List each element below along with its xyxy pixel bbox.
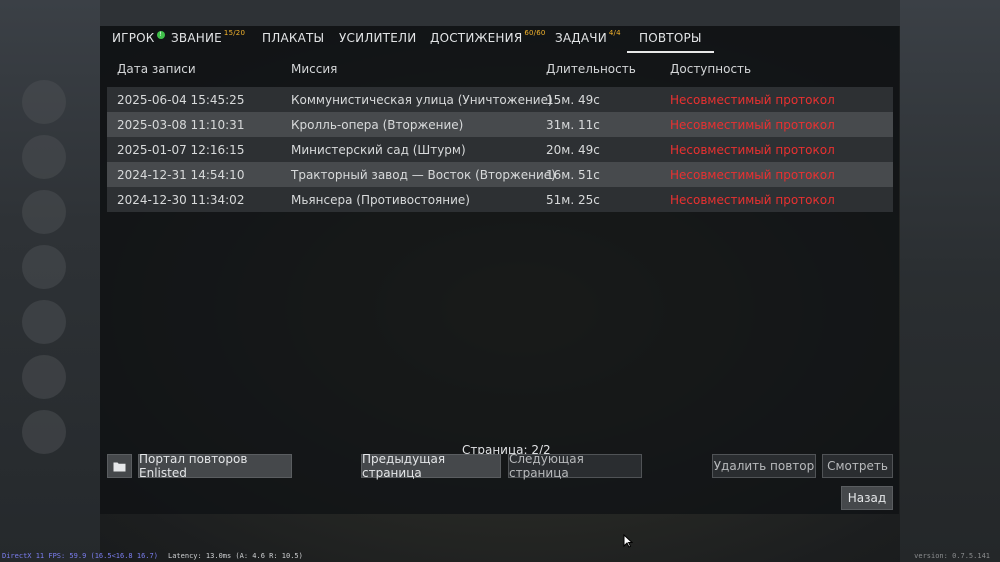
table-row[interactable]: 2025-01-07 12:16:15 Министерский сад (Шт… bbox=[107, 137, 893, 162]
replays-table: 2025-06-04 15:45:25 Коммунистическая ули… bbox=[107, 87, 893, 212]
column-header-duration[interactable]: Длительность bbox=[546, 62, 636, 76]
table-row[interactable]: 2025-03-08 11:10:31 Кролль-опера (Вторже… bbox=[107, 112, 893, 137]
open-folder-button[interactable] bbox=[107, 454, 132, 478]
tab-boosters[interactable]: УСИЛИТЕЛИ bbox=[339, 31, 416, 51]
tab-achievements[interactable]: ДОСТИЖЕНИЯ 60/60 bbox=[430, 29, 546, 51]
background-top-bar bbox=[0, 0, 1000, 26]
watch-button[interactable]: Смотреть bbox=[822, 454, 893, 478]
next-page-button[interactable]: Следующая страница bbox=[508, 452, 642, 480]
tab-replays[interactable]: ПОВТОРЫ bbox=[627, 31, 714, 53]
tab-player[interactable]: ИГРОК! bbox=[112, 31, 165, 51]
previous-page-button[interactable]: Предыдущая страница bbox=[361, 452, 501, 480]
availability-status: Несовместимый протокол bbox=[670, 143, 835, 157]
tab-bar: ИГРОК! ЗВАНИЕ 15/20 ПЛАКАТЫ УСИЛИТЕЛИ ДОС… bbox=[100, 26, 899, 53]
availability-status: Несовместимый протокол bbox=[670, 168, 835, 182]
table-row[interactable]: 2024-12-30 11:34:02 Мьянсера (Противосто… bbox=[107, 187, 893, 212]
availability-status: Несовместимый протокол bbox=[670, 193, 835, 207]
back-button[interactable]: Назад bbox=[841, 486, 893, 510]
background-right-panel bbox=[900, 0, 1000, 562]
replay-portal-button[interactable]: Портал повторов Enlisted bbox=[138, 452, 292, 480]
tab-rank[interactable]: ЗВАНИЕ 15/20 bbox=[171, 29, 245, 51]
folder-icon bbox=[113, 462, 126, 471]
column-header-mission[interactable]: Миссия bbox=[291, 62, 337, 76]
background-left-panel bbox=[0, 0, 100, 562]
table-row[interactable]: 2024-12-31 14:54:10 Тракторный завод — В… bbox=[107, 162, 893, 187]
fps-readout: DirectX 11 FPS: 59.9 (16.5<16.8 16.7) bbox=[2, 552, 158, 560]
mouse-cursor bbox=[623, 533, 634, 552]
delete-replay-button[interactable]: Удалить повтор bbox=[712, 454, 816, 478]
availability-status: Несовместимый протокол bbox=[670, 93, 835, 107]
notification-badge: ! bbox=[156, 31, 165, 39]
column-header-availability[interactable]: Доступность bbox=[670, 62, 751, 76]
tab-posters[interactable]: ПЛАКАТЫ bbox=[262, 31, 324, 51]
column-header-date[interactable]: Дата записи bbox=[117, 62, 196, 76]
table-row[interactable]: 2025-06-04 15:45:25 Коммунистическая ули… bbox=[107, 87, 893, 112]
replays-panel: ИГРОК! ЗВАНИЕ 15/20 ПЛАКАТЫ УСИЛИТЕЛИ ДОС… bbox=[100, 26, 899, 514]
latency-readout: Latency: 13.0ms (A: 4.6 R: 10.5) bbox=[168, 552, 303, 560]
availability-status: Несовместимый протокол bbox=[670, 118, 835, 132]
tab-tasks[interactable]: ЗАДАЧИ 4/4 bbox=[555, 29, 621, 51]
status-bar: DirectX 11 FPS: 59.9 (16.5<16.8 16.7) La… bbox=[0, 552, 1000, 562]
version-label: version: 0.7.5.141 bbox=[914, 552, 990, 560]
